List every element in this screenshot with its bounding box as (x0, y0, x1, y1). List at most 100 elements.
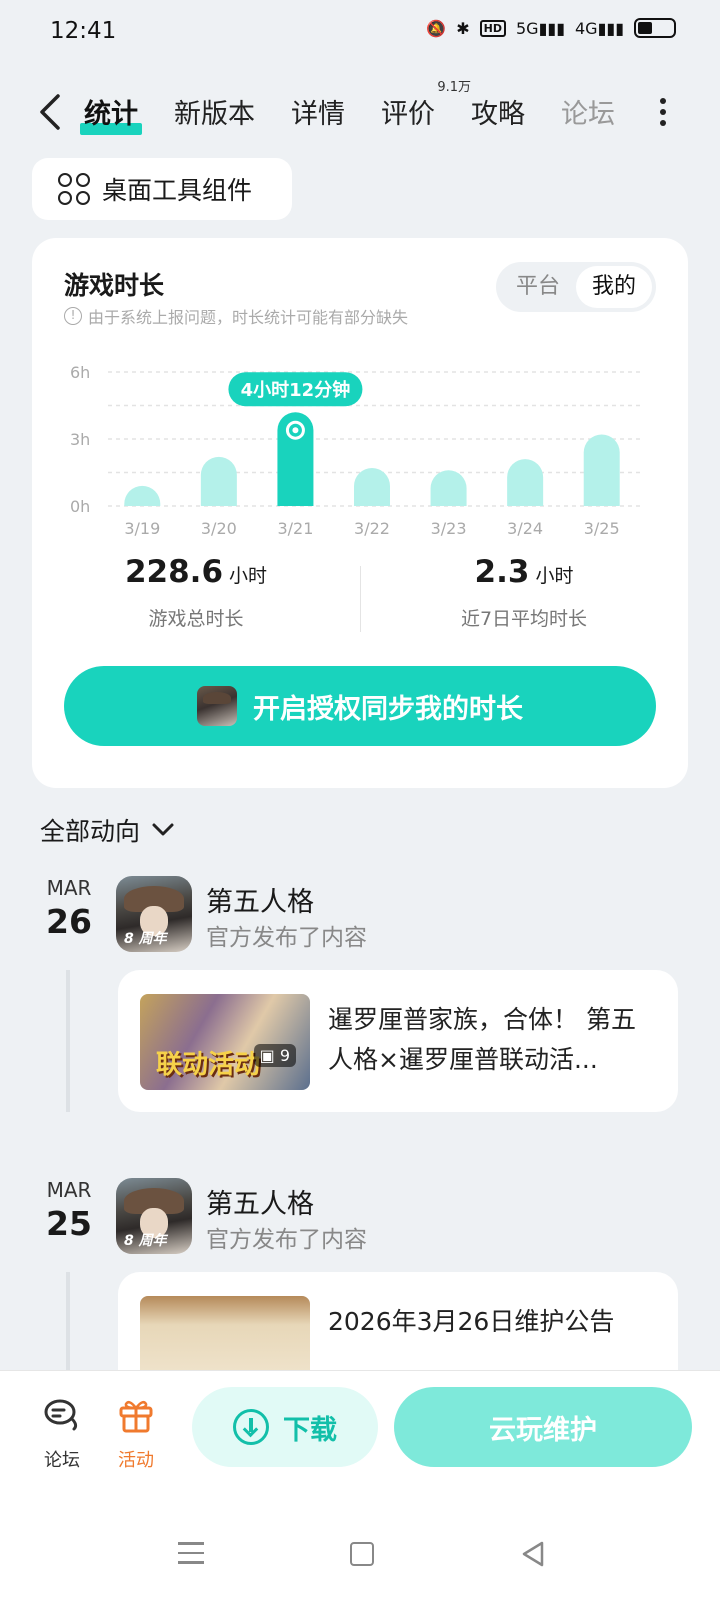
post-thumbnail: 联动活动 ▣ 9 (140, 994, 310, 1090)
chart-bar (277, 412, 314, 506)
back-arrow-icon[interactable] (34, 90, 74, 134)
desktop-widget-label: 桌面工具组件 (102, 176, 253, 205)
feed-filter-label: 全部动向 (40, 817, 141, 846)
tab-guides[interactable]: 攻略 (471, 92, 525, 131)
cloud-play-button[interactable]: 云玩维护 (394, 1387, 692, 1467)
toggle-platform[interactable]: 平台 (500, 266, 576, 308)
info-icon: ! (64, 307, 82, 325)
post-title: 暹罗厘普家族，合体！ 第五人格×暹罗厘普联动活... (328, 1005, 636, 1074)
toggle-mine[interactable]: 我的 (576, 266, 652, 308)
chevron-down-icon (152, 823, 174, 836)
data-notice-text: 由于系统上报问题，时长统计可能有部分缺失 (88, 308, 409, 327)
y-tick-label: 0h (70, 497, 90, 516)
timeline-line (66, 1272, 70, 1372)
x-tick-label: 3/19 (124, 519, 160, 538)
mute-icon: 🔕 (426, 18, 447, 38)
entry-day: 26 (46, 902, 92, 941)
post-card[interactable]: 联动活动 ▣ 9 暹罗厘普家族，合体！ 第五人格×暹罗厘普联动活... (118, 970, 678, 1112)
stats-divider (360, 566, 361, 632)
chart-bar (200, 456, 237, 506)
game-name[interactable]: 第五人格 (206, 1182, 314, 1221)
source-toggle: 平台 我的 (496, 262, 656, 312)
tab-reviews-label: 评价 (381, 99, 435, 130)
game-avatar-icon (197, 686, 237, 726)
summary-stats: 228.6 小时 游戏总时长 2.3 小时 近7日平均时长 (32, 554, 688, 634)
chart-bar (430, 470, 467, 506)
system-nav-bar (0, 1500, 720, 1600)
more-options-icon[interactable] (660, 98, 668, 126)
activity-button[interactable]: 活动 (106, 1395, 166, 1472)
game-icon[interactable]: 8 周年 (116, 876, 192, 952)
chart-bar (583, 434, 620, 506)
tab-new-version[interactable]: 新版本 (174, 92, 255, 131)
battery-icon (634, 18, 676, 38)
play-time-card: 游戏时长 ! 由于系统上报问题，时长统计可能有部分缺失 平台 我的 0h 3h 6h… (32, 238, 688, 788)
tab-forum[interactable]: 论坛 (561, 92, 615, 131)
tooltip-label: 4小时12分钟 (241, 379, 351, 401)
anniversary-tag: 8 周年 (124, 931, 167, 947)
status-icons: 🔕 ✱ HD 5G▮▮▮ 4G▮▮▮ (426, 18, 676, 38)
recent-apps-icon[interactable] (178, 1542, 204, 1571)
sync-play-time-button[interactable]: 开启授权同步我的时长 (64, 666, 656, 746)
chart-bar (507, 459, 544, 506)
forum-chat-icon (44, 1399, 78, 1431)
top-nav: 统计 新版本 详情 评价 9.1万 攻略 论坛 (0, 80, 720, 140)
game-icon[interactable]: 8 周年 (116, 1178, 192, 1254)
timeline-line (66, 970, 70, 1112)
x-tick-label: 3/22 (354, 519, 390, 538)
total-play-time: 228.6 小时 游戏总时长 (32, 554, 360, 634)
x-tick-label: 3/23 (431, 519, 467, 538)
activity-label: 活动 (118, 1450, 154, 1471)
home-icon[interactable] (350, 1542, 374, 1566)
cloud-play-label: 云玩维护 (489, 1414, 597, 1446)
gift-icon (119, 1400, 153, 1433)
chart-bar (124, 485, 161, 506)
anniversary-tag: 8 周年 (124, 1233, 167, 1249)
thumbnail-overlay-text: 联动活动 (156, 1050, 261, 1080)
total-play-time-label: 游戏总时长 (148, 608, 244, 630)
post-title: 2026年3月26日维护公告 (328, 1307, 615, 1336)
forum-label: 论坛 (44, 1450, 80, 1471)
system-back-icon[interactable] (520, 1540, 546, 1568)
entry-month: MAR (46, 1178, 92, 1202)
x-tick-label: 3/20 (201, 519, 237, 538)
tab-stats[interactable]: 统计 (80, 92, 142, 135)
x-tick-label: 3/25 (584, 519, 620, 538)
entry-date: MAR 25 (38, 1178, 100, 1243)
tab-details[interactable]: 详情 (291, 92, 345, 131)
y-tick-label: 6h (70, 363, 90, 382)
data-notice: ! 由于系统上报问题，时长统计可能有部分缺失 (64, 304, 408, 328)
sync-play-time-label: 开启授权同步我的时长 (253, 693, 523, 725)
x-tick-label: 3/21 (277, 519, 313, 538)
entry-action: 官方发布了内容 (206, 925, 367, 951)
download-button[interactable]: 下载 (192, 1387, 378, 1467)
average-play-time: 2.3 小时 近7日平均时长 (360, 554, 688, 634)
clock: 12:41 (50, 18, 117, 44)
signal-4g-icon: 4G▮▮▮ (575, 18, 624, 38)
feed-filter-dropdown[interactable]: 全部动向 (40, 812, 176, 848)
bluetooth-icon: ✱ (456, 18, 470, 38)
entry-date: MAR 26 (38, 876, 100, 941)
x-tick-label: 3/24 (507, 519, 543, 538)
status-bar: 12:41 🔕 ✱ HD 5G▮▮▮ 4G▮▮▮ (0, 0, 720, 64)
selected-bar-marker-dot (292, 427, 299, 434)
play-time-chart: 0h 3h 6h 3/19 3/20 3/21 4小时12分钟 3/22 3/23 3/24 3/2… (70, 363, 644, 538)
image-count-badge: ▣ 9 (253, 1044, 296, 1067)
card-title: 游戏时长 (64, 271, 165, 300)
bottom-action-bar: 论坛 活动 下载 云玩维护 (0, 1370, 720, 1500)
signal-5g-icon: 5G▮▮▮ (516, 18, 565, 38)
average-play-time-value: 2.3 (474, 554, 530, 590)
average-play-time-label: 近7日平均时长 (460, 608, 588, 630)
tab-reviews[interactable]: 评价 9.1万 (381, 80, 471, 131)
entry-action: 官方发布了内容 (206, 1227, 367, 1253)
total-play-time-unit: 小时 (229, 565, 268, 587)
desktop-widget-button[interactable]: 桌面工具组件 (32, 158, 292, 220)
forum-button[interactable]: 论坛 (32, 1395, 92, 1472)
game-name[interactable]: 第五人格 (206, 880, 314, 919)
y-tick-label: 3h (70, 430, 90, 449)
reviews-count-badge: 9.1万 (437, 80, 471, 95)
chart-bar (354, 468, 390, 506)
total-play-time-value: 228.6 (124, 554, 224, 590)
download-icon (233, 1409, 269, 1445)
download-label: 下载 (283, 1414, 337, 1446)
